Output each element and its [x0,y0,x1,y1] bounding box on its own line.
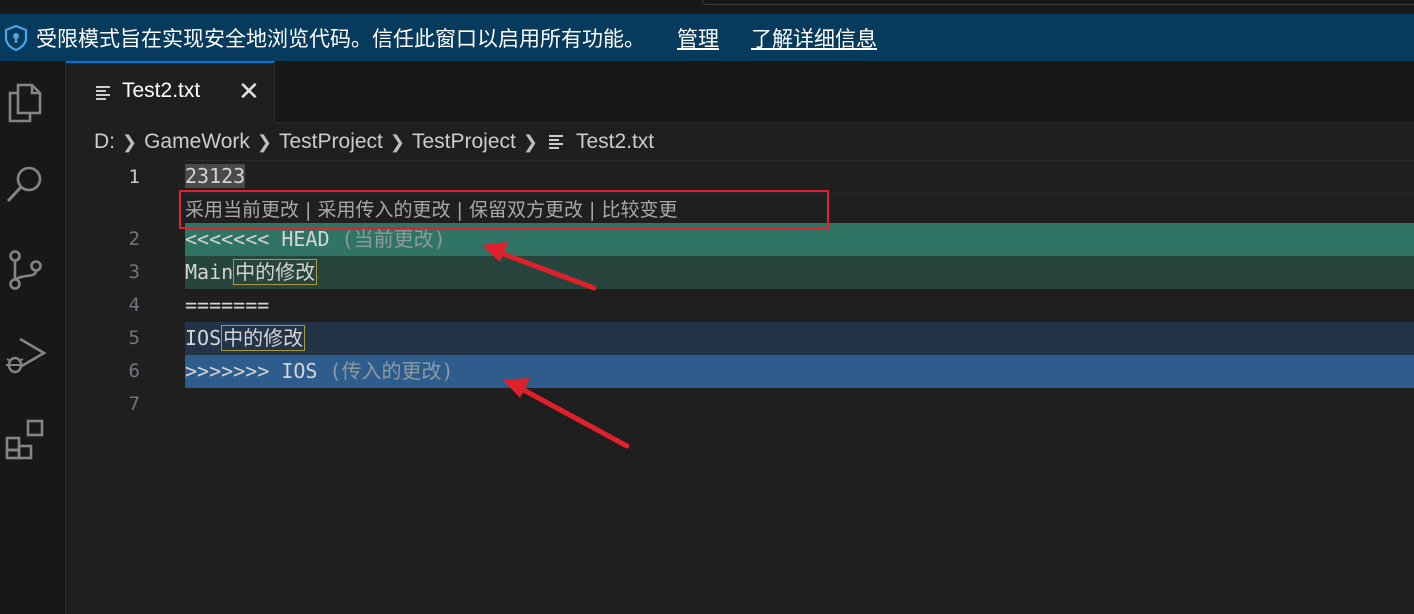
incoming-change-hint: (传入的更改) [317,359,454,383]
breadcrumb-file[interactable]: Test2.txt [576,130,654,154]
code-line-3[interactable]: Main 中的修改 [185,256,1414,289]
chevron-right-icon: ❯ [389,131,405,152]
conflict-marker-current: <<<<<<< HEAD [185,227,330,251]
learn-more-link[interactable]: 了解详细信息 [751,23,877,53]
line-text: Main [185,260,234,284]
conflict-separator: ======= [185,293,270,317]
breadcrumb: D: ❯ GameWork ❯ TestProject ❯ TestProjec… [94,127,654,157]
manage-link[interactable]: 管理 [677,23,719,53]
restricted-mode-banner: 受限模式旨在实现安全地浏览代码。信任此窗口以启用所有功能。 管理 了解详细信息 [0,14,1414,61]
title-bar [0,0,1414,14]
close-icon[interactable]: ✕ [238,77,260,107]
breadcrumb-drive[interactable]: D: [94,130,115,154]
chevron-right-icon: ❯ [256,131,272,152]
line-number: 3 [128,261,140,283]
search-icon[interactable] [2,161,48,207]
code-line-1[interactable]: 23123 [185,160,1414,193]
annotation-box [179,190,829,229]
unicode-highlight: 中的修改 [221,325,306,351]
banner-message: 受限模式旨在实现安全地浏览代码。信任此窗口以启用所有功能。 [36,26,645,51]
chevron-right-icon: ❯ [122,131,138,152]
text-file-icon [548,135,563,149]
line-number: 1 [128,166,140,188]
line-number: 6 [128,360,140,382]
code-line-5[interactable]: IOS 中的修改 [185,322,1414,355]
command-center[interactable] [702,0,1414,5]
breadcrumb-testproject[interactable]: TestProject [279,130,383,154]
tab-label: Test2.txt [122,79,201,102]
explorer-icon[interactable] [2,79,48,125]
source-control-icon[interactable] [2,246,48,292]
line-number: 2 [128,228,140,250]
line-number: 7 [128,393,140,415]
breadcrumb-testproject-sub[interactable]: TestProject [412,130,516,154]
activity-bar [0,61,66,614]
chevron-right-icon: ❯ [522,131,538,152]
extensions-icon[interactable] [2,416,48,462]
text-file-icon [96,86,110,100]
code-line-6[interactable]: >>>>>>> IOS (传入的更改) [185,355,1414,388]
shield-icon [4,24,28,51]
line-number: 5 [128,327,140,349]
run-debug-icon[interactable] [2,331,48,377]
unicode-highlight: 中的修改 [233,259,318,285]
code-line-4[interactable]: ======= [185,289,1414,322]
current-change-hint: (当前更改) [329,227,446,251]
code-line-7[interactable] [185,388,1414,421]
tab-test2[interactable]: Test2.txt ✕ [66,61,275,123]
editor-tabs: Test2.txt ✕ [66,61,1414,123]
line-text: 23123 [185,164,246,188]
conflict-marker-incoming: >>>>>>> IOS [185,359,318,383]
breadcrumb-gamework[interactable]: GameWork [144,130,250,154]
line-number: 4 [128,294,140,316]
line-text: IOS [185,326,222,350]
